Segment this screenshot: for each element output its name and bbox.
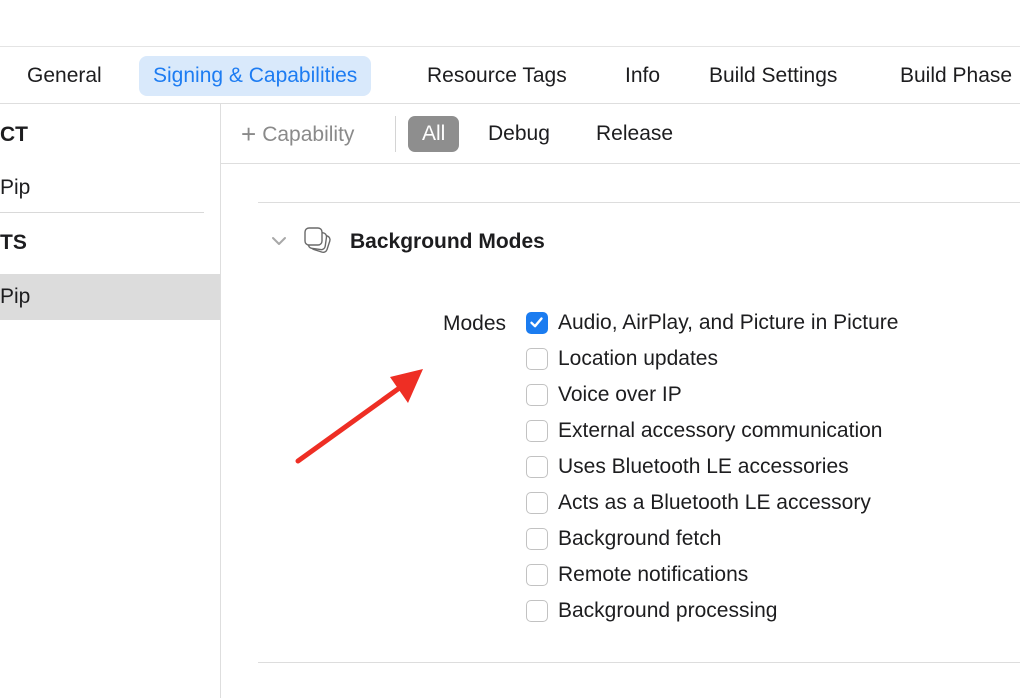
mode-label: Audio, AirPlay, and Picture in Picture [558,311,899,334]
mode-label: Location updates [558,347,718,370]
tab-resource-tags[interactable]: Resource Tags [413,56,581,96]
tab-build-settings[interactable]: Build Settings [695,56,851,96]
mode-checkbox[interactable] [526,348,548,370]
background-modes-header[interactable]: Background Modes [258,222,758,262]
chevron-down-icon[interactable] [270,232,288,250]
mode-label: External accessory communication [558,419,883,442]
section-top-divider [258,202,1020,203]
annotation-arrow-icon [295,369,423,464]
sidebar-item-target[interactable]: Pip [0,274,220,320]
sidebar-item-project[interactable]: Pip [0,176,30,200]
tab-general[interactable]: General [13,56,116,96]
mode-checkbox[interactable] [526,384,548,406]
modes-label: Modes [443,312,507,335]
sidebar-project-header: CT [0,123,28,146]
filter-all-button[interactable]: All [408,116,460,152]
tab-info[interactable]: Info [611,56,674,96]
capability-title: Background Modes [350,230,545,253]
toolbar-separator [395,116,396,152]
background-modes-icon [304,227,331,254]
mode-label: Acts as a Bluetooth LE accessory [558,491,871,514]
tab-signing-capabilities[interactable]: Signing & Capabilities [139,56,372,96]
add-capability-label: Capability [262,123,355,146]
mode-label: Background fetch [558,527,722,550]
checkmark-icon [530,317,543,328]
sidebar-divider [0,212,204,213]
mode-label: Background processing [558,599,778,622]
section-bottom-divider [258,662,1020,663]
filter-debug-button[interactable]: Debug [474,116,564,152]
mode-checkbox[interactable] [526,528,548,550]
mode-checkbox[interactable] [526,564,548,586]
mode-checkbox[interactable] [526,600,548,622]
capability-toolbar: + Capability All Debug Release [221,104,1020,164]
mode-label: Voice over IP [558,383,682,406]
add-capability-button[interactable]: + Capability [241,118,354,150]
tab-build-phases[interactable]: Build Phase [886,56,1020,96]
filter-release-button[interactable]: Release [582,116,687,152]
mode-label: Remote notifications [558,563,749,586]
mode-checkbox[interactable] [526,312,548,334]
mode-checkbox[interactable] [526,492,548,514]
tab-bar-top-divider [0,46,1020,47]
project-target-sidebar: CT Pip TS Pip [0,104,221,698]
sidebar-targets-header: TS [0,231,27,254]
plus-icon: + [241,119,257,149]
mode-checkbox[interactable] [526,420,548,442]
editor-tab-bar: General Signing & Capabilities Resource … [0,0,1020,104]
mode-checkbox[interactable] [526,456,548,478]
mode-label: Uses Bluetooth LE accessories [558,455,849,478]
